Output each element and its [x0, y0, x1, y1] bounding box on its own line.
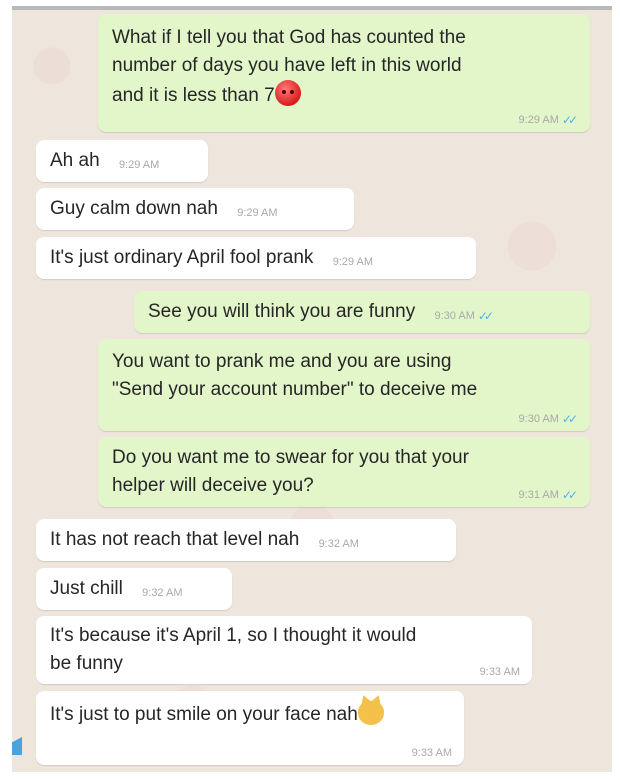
message-meta: 9:29 AM ✓✓ [519, 114, 578, 126]
chat-area[interactable]: What if I tell you that God has counted … [12, 6, 612, 772]
top-divider [12, 6, 612, 10]
message-bubble-incoming[interactable]: It's because it's April 1, so I thought … [36, 616, 532, 684]
message-bubble-outgoing[interactable]: Do you want me to swear for you that you… [98, 437, 590, 507]
message-meta: 9:32 AM [319, 538, 359, 550]
message-meta: 9:29 AM [237, 207, 277, 219]
message-timestamp: 9:30 AM [434, 310, 475, 322]
message-bubble-incoming[interactable]: Guy calm down nah 9:29 AM [36, 188, 354, 230]
read-ticks-icon: ✓✓ [561, 113, 578, 127]
read-ticks-icon: ✓✓ [477, 309, 494, 323]
grinning-cat-icon [357, 701, 384, 725]
message-text: It's just to put smile on your face nah [50, 704, 358, 725]
message-meta: 9:30 AM ✓✓ [519, 413, 578, 425]
message-timestamp: 9:29 AM [332, 256, 374, 268]
read-ticks-icon: ✓✓ [561, 412, 578, 426]
message-meta: 9:29 AM [333, 256, 373, 268]
message-bubble-outgoing[interactable]: What if I tell you that God has counted … [98, 14, 590, 132]
message-bubble-outgoing[interactable]: You want to prank me and you are using "… [98, 339, 590, 431]
message-timestamp: 9:33 AM [479, 666, 520, 678]
message-meta: 9:31 AM ✓✓ [519, 489, 578, 501]
message-meta: 9:30 AM ✓✓ [435, 310, 494, 322]
message-bubble-incoming[interactable]: It has not reach that level nah 9:32 AM [36, 519, 456, 561]
message-text: Just chill [50, 578, 123, 599]
message-bubble-incoming[interactable]: It's just ordinary April fool prank 9:29… [36, 237, 476, 279]
message-bubble-incoming[interactable]: Ah ah 9:29 AM [36, 140, 208, 182]
message-text: Guy calm down nah [50, 198, 218, 219]
message-timestamp: 9:29 AM [118, 159, 160, 171]
message-timestamp: 9:31 AM [518, 489, 559, 501]
message-text: It has not reach that level nah [50, 529, 300, 550]
message-bubble-incoming[interactable]: It's just to put smile on your face nah … [36, 691, 464, 765]
message-bubble-incoming[interactable]: Just chill 9:32 AM [36, 568, 232, 610]
message-meta: 9:32 AM [142, 587, 182, 599]
message-timestamp: 9:33 AM [411, 747, 452, 759]
message-timestamp: 9:32 AM [142, 587, 183, 599]
message-timestamp: 9:29 AM [237, 207, 278, 219]
read-ticks-icon: ✓✓ [561, 488, 578, 502]
message-meta: 9:33 AM [480, 666, 520, 678]
message-timestamp: 9:30 AM [518, 413, 559, 425]
message-text: It's because it's April 1, so I thought … [50, 625, 417, 674]
message-text: Ah ah [50, 150, 100, 171]
message-timestamp: 9:29 AM [518, 114, 559, 126]
message-meta: 9:29 AM [119, 159, 159, 171]
message-bubble-outgoing[interactable]: See you will think you are funny 9:30 AM… [134, 291, 590, 333]
message-text: See you will think you are funny [148, 301, 416, 322]
message-meta: 9:33 AM [412, 747, 452, 759]
message-text: It's just ordinary April fool prank [50, 247, 314, 268]
angry-face-icon [274, 80, 301, 106]
message-timestamp: 9:32 AM [318, 538, 359, 550]
message-text: Do you want me to swear for you that you… [112, 447, 469, 496]
message-text: You want to prank me and you are using "… [112, 351, 478, 400]
